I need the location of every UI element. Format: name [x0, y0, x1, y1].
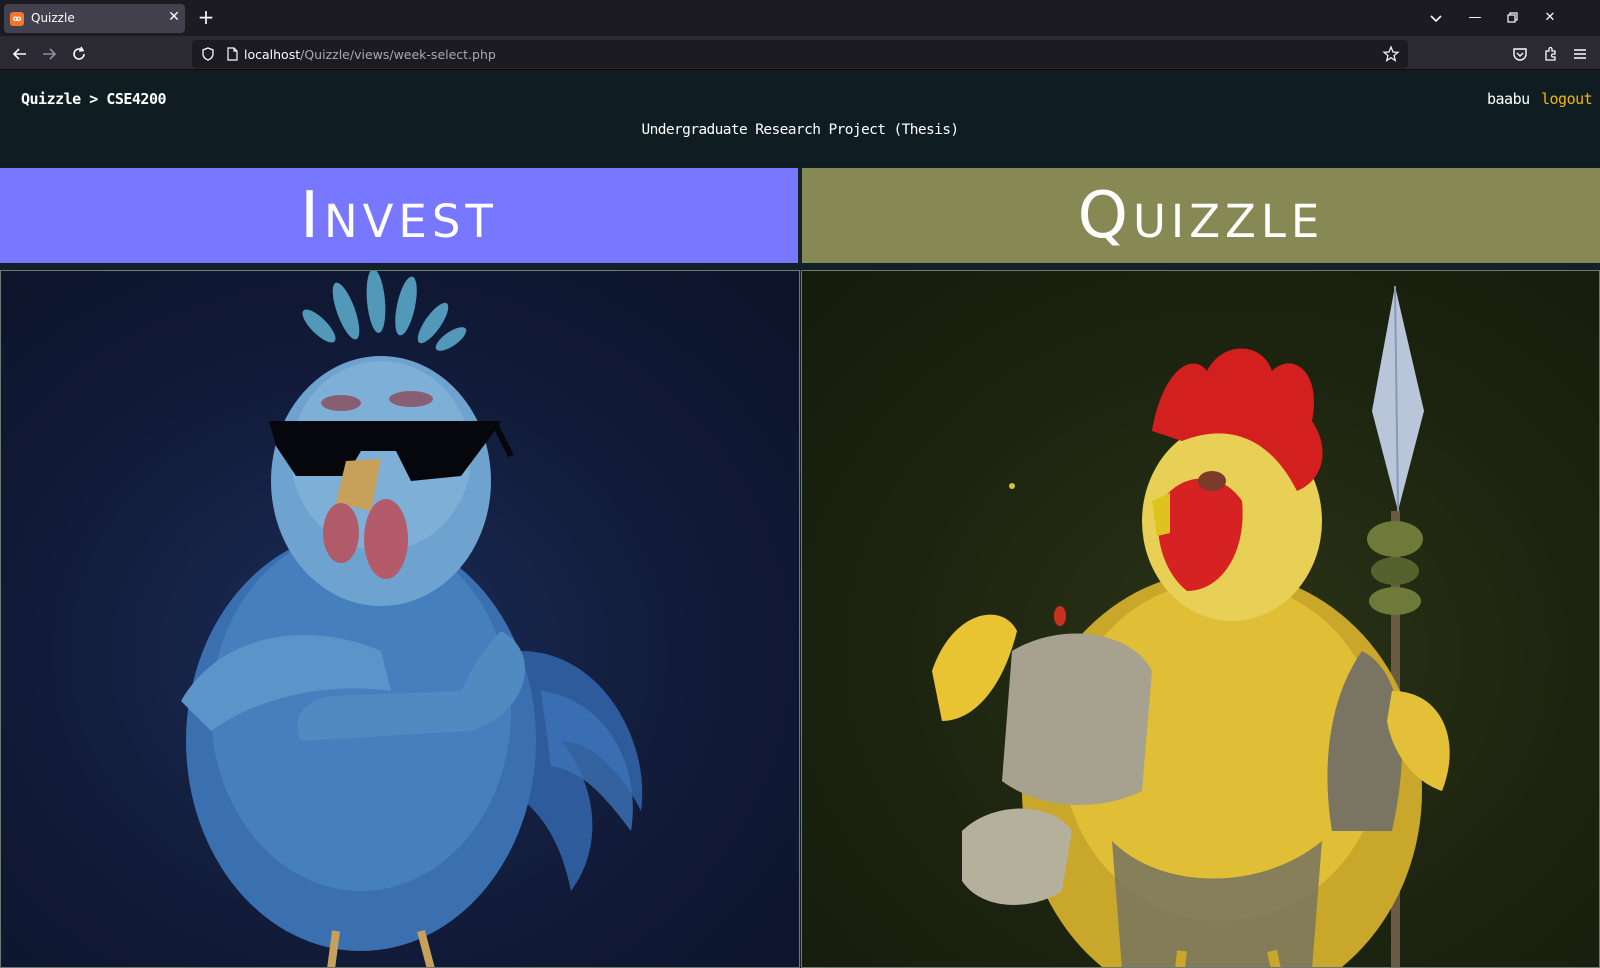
bookmark-star-icon[interactable] — [1382, 45, 1400, 63]
url-host: localhost — [244, 47, 301, 62]
armored-rooster-image — [932, 285, 1450, 967]
tab-title: Quizzle — [31, 11, 75, 25]
new-tab-icon[interactable]: + — [196, 7, 216, 27]
minimize-icon[interactable]: — — [1465, 8, 1485, 28]
username: baabu — [1487, 90, 1530, 108]
logout-link[interactable]: logout — [1541, 90, 1593, 108]
address-bar[interactable]: localhost/Quizzle/views/week-select.php — [192, 40, 1408, 68]
reload-icon[interactable] — [68, 43, 90, 65]
forward-icon[interactable] — [38, 43, 60, 65]
url-path: /Quizzle/views/week-select.php — [300, 47, 496, 62]
browser-nav-bar: localhost/Quizzle/views/week-select.php — [0, 36, 1600, 70]
quizzle-image[interactable] — [801, 270, 1600, 968]
pocket-icon[interactable] — [1510, 44, 1530, 64]
quizzle-option-button[interactable]: Quizzle — [802, 168, 1600, 263]
extensions-icon[interactable] — [1541, 44, 1561, 64]
menu-icon[interactable] — [1570, 44, 1590, 64]
chevron-down-icon[interactable] — [1426, 8, 1446, 28]
url-text[interactable]: localhost/Quizzle/views/week-select.php — [244, 47, 496, 62]
page-subtitle: Undergraduate Research Project (Thesis) — [641, 122, 959, 138]
page-icon[interactable] — [224, 46, 240, 62]
restore-icon[interactable] — [1502, 8, 1522, 28]
shield-icon[interactable] — [200, 46, 216, 62]
site-header: Quizzle > CSE4200 baabu logout Undergrad… — [0, 70, 1600, 167]
xampp-icon: ꝏ — [10, 12, 24, 26]
invest-label: Invest — [300, 178, 498, 253]
browser-tab[interactable]: ꝏ Quizzle ✕ — [4, 4, 185, 33]
close-tab-icon[interactable]: ✕ — [166, 9, 182, 25]
breadcrumb[interactable]: Quizzle > CSE4200 — [21, 90, 167, 108]
quizzle-label: Quizzle — [1077, 178, 1325, 253]
invest-image[interactable] — [0, 270, 800, 968]
blue-rooster-image — [181, 271, 643, 967]
browser-tab-bar: ꝏ Quizzle ✕ + — ✕ — [0, 0, 1600, 36]
invest-option-button[interactable]: Invest — [0, 168, 798, 263]
page-content: Quizzle > CSE4200 baabu logout Undergrad… — [0, 70, 1600, 968]
close-window-icon[interactable]: ✕ — [1540, 8, 1560, 28]
back-icon[interactable] — [9, 43, 31, 65]
